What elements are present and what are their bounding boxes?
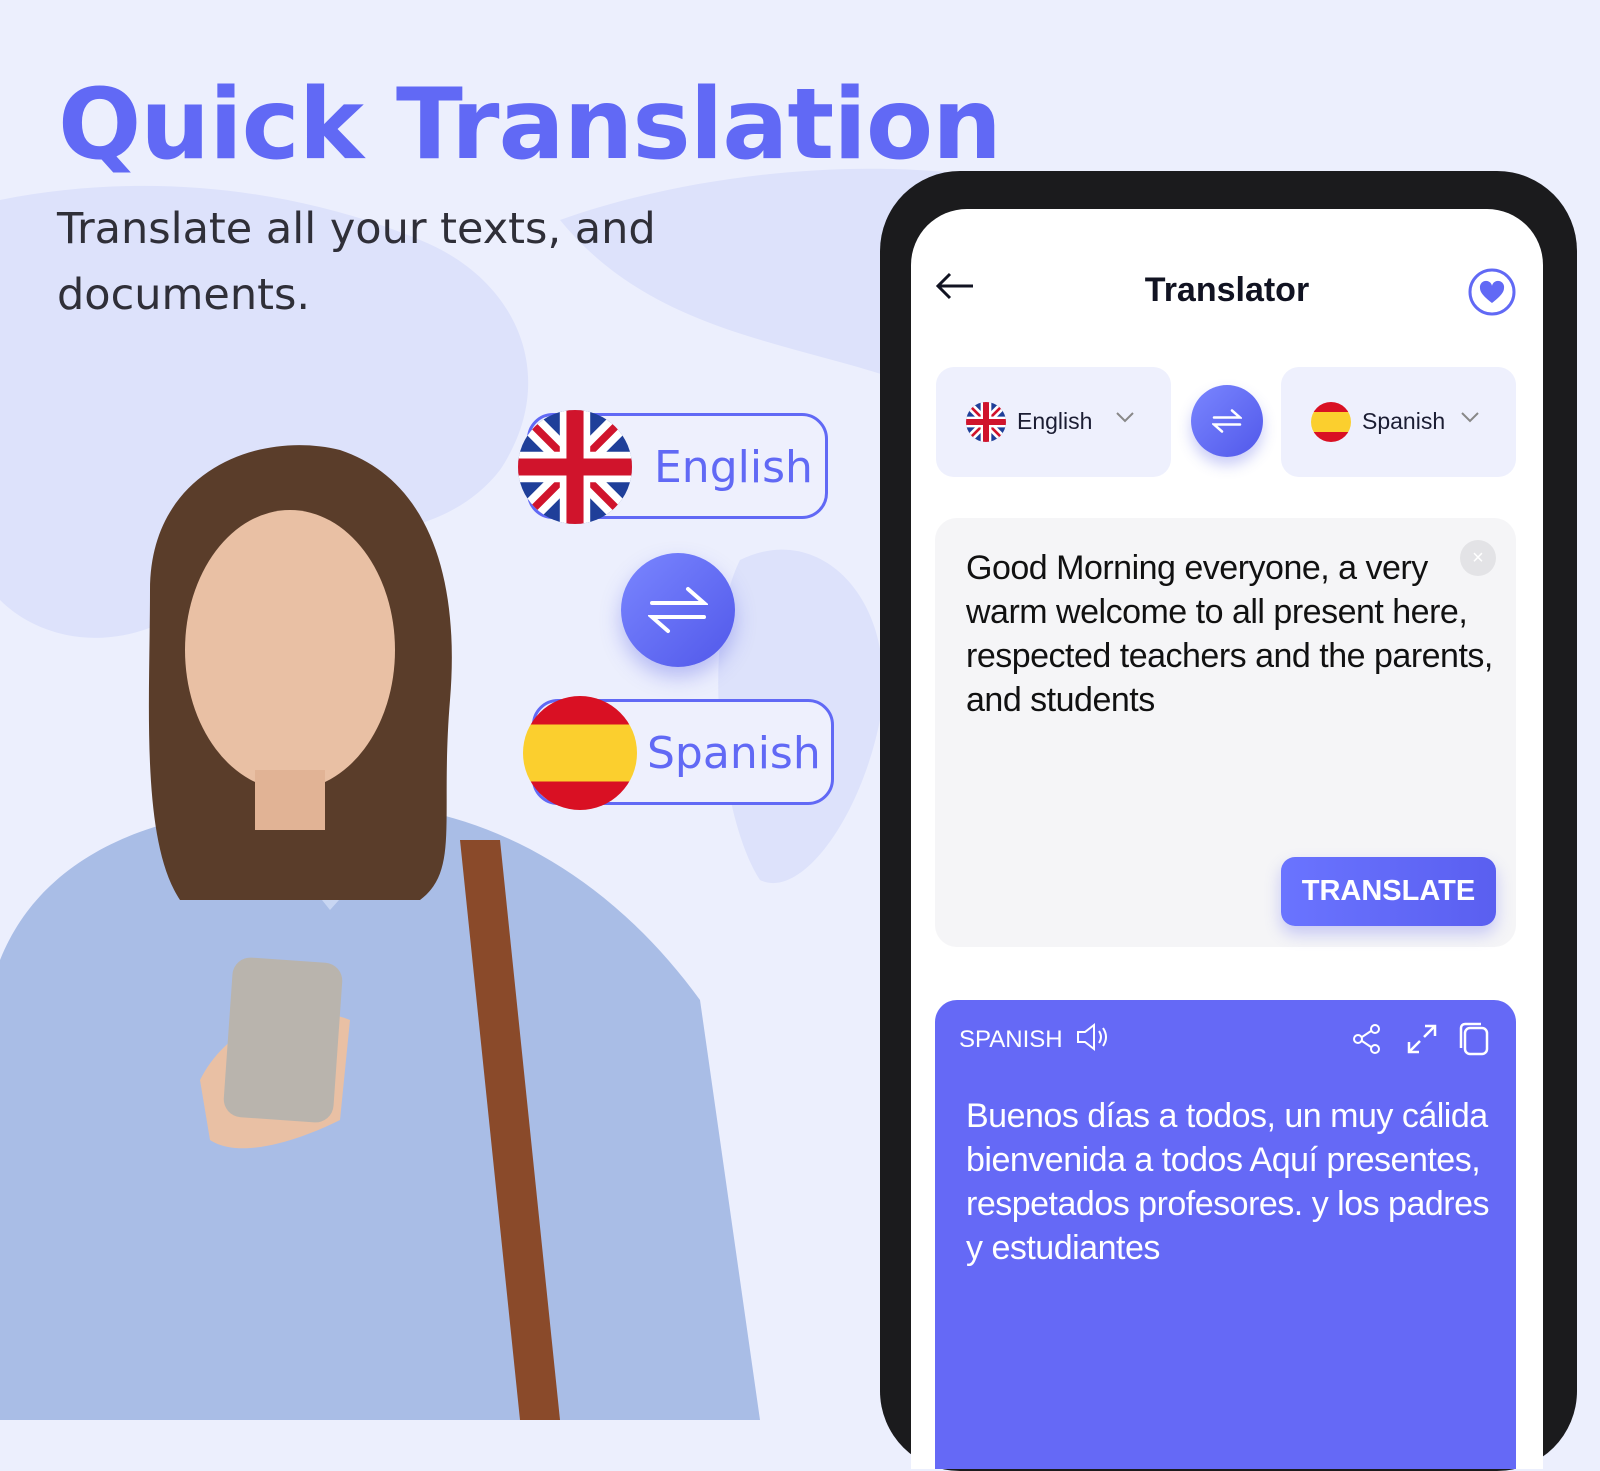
promo-source-language: English [518, 410, 828, 524]
chevron-down-icon [1461, 412, 1479, 423]
source-language-select[interactable]: English [936, 367, 1171, 477]
source-text-card: Good Morning everyone, a very warm welco… [935, 518, 1516, 947]
phone-screen: Translator English Spanish Good Morning … [911, 209, 1543, 1469]
hero-subtitle: Translate all your texts, and documents. [57, 204, 656, 320]
expand-icon[interactable] [1405, 1022, 1439, 1056]
spain-flag-icon [1311, 402, 1351, 442]
target-language-select[interactable]: Spanish [1281, 367, 1516, 477]
promo-target-language: Spanish [523, 696, 834, 810]
target-language-label: Spanish [1362, 408, 1446, 434]
translation-output-card: SPANISH Buenos días a todos, un muy cáli… [935, 1000, 1516, 1469]
promo-source-label: English [654, 442, 813, 493]
uk-flag-icon [966, 402, 1006, 442]
uk-flag-icon [518, 410, 632, 524]
promo-target-label: Spanish [647, 728, 821, 779]
source-text-input[interactable]: Good Morning everyone, a very warm welco… [966, 546, 1496, 722]
source-language-label: English [1017, 408, 1093, 434]
swap-languages-button[interactable] [1191, 385, 1263, 457]
share-icon[interactable] [1350, 1022, 1384, 1056]
promo-swap-icon [621, 553, 735, 667]
app-title: Translator [1144, 271, 1310, 309]
translated-text: Buenos días a todos, un muy cálida bienv… [966, 1097, 1490, 1267]
speaker-icon[interactable] [1075, 1022, 1109, 1052]
swap-icon [1212, 409, 1242, 433]
chevron-down-icon [1116, 412, 1134, 423]
output-language-label: SPANISH [959, 1026, 1063, 1053]
hero-title: Quick Translation [58, 68, 1002, 182]
translate-button[interactable]: TRANSLATE [1281, 857, 1496, 926]
clear-text-icon[interactable]: × [1460, 540, 1496, 576]
favorite-heart-icon[interactable] [1467, 267, 1517, 317]
spain-flag-icon [523, 696, 637, 810]
copy-icon[interactable] [1457, 1022, 1491, 1056]
